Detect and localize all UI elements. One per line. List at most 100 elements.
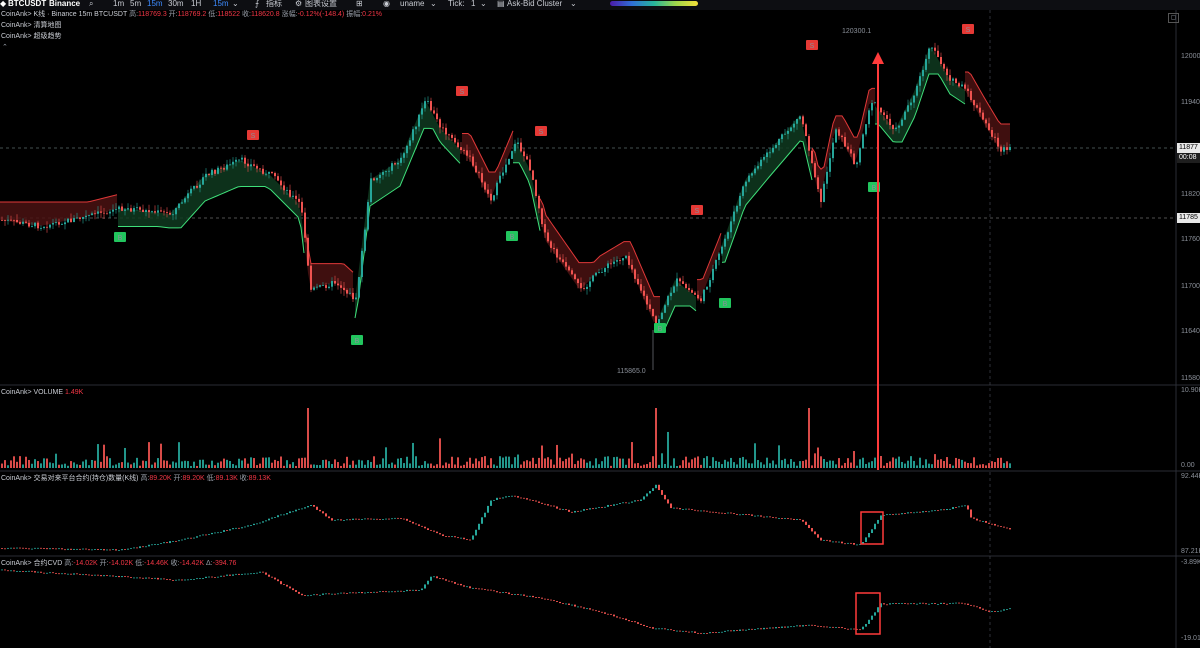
volume-bar [172, 461, 174, 468]
candle-body [589, 281, 591, 287]
cvd-bar [574, 604, 576, 607]
oi-bar [787, 518, 789, 519]
oi-bar [130, 547, 132, 549]
volume-bar [898, 456, 900, 468]
candle-body [523, 151, 525, 157]
oi-bar [253, 523, 255, 526]
oi-bar [133, 547, 135, 549]
volume-bar [553, 464, 555, 468]
candle-body [289, 189, 291, 197]
cvd-bar [601, 611, 603, 613]
cvd-bar [190, 579, 192, 580]
cvd-bar [583, 607, 585, 609]
volume-bar [649, 462, 651, 468]
cvd-bar [592, 609, 594, 611]
oi-bar [127, 548, 129, 550]
heatmap-color-slider[interactable] [610, 1, 698, 6]
user-label[interactable]: uname [400, 0, 424, 8]
interval-5m[interactable]: 5m [130, 0, 141, 8]
search-icon[interactable]: ⌕ [89, 0, 93, 8]
cvd-bar [496, 591, 498, 593]
volume-bar [397, 458, 399, 468]
candle-body [325, 285, 327, 288]
candle-body [856, 162, 858, 165]
oi-bar [895, 513, 897, 515]
volume-bar [25, 456, 27, 468]
oi-bar [187, 537, 189, 539]
oi-bar [226, 530, 228, 531]
oi-bar [622, 502, 624, 504]
volume-bar [490, 458, 492, 468]
eye-icon[interactable]: ◉ [383, 0, 390, 8]
cvd-bar [607, 613, 609, 615]
cvd-bar [505, 592, 507, 593]
oi-bar [739, 514, 741, 516]
chart-settings-button[interactable]: 图表设置 [305, 0, 337, 8]
candle-body [364, 229, 366, 251]
current-price-tag: 11877 [1177, 143, 1200, 153]
oi-bar [7, 547, 9, 549]
volume-bar [604, 456, 606, 468]
volume-bar [76, 464, 78, 468]
volume-bar [259, 463, 261, 468]
layout-icon[interactable]: ⊞ [356, 0, 363, 8]
tick-value[interactable]: 1 [471, 0, 475, 8]
cluster-dropdown[interactable]: Ask-Bid Cluster [507, 0, 562, 8]
chart-canvas[interactable]: BBBBBBSSSSSS120300.1115865.0120001194011… [0, 0, 1200, 648]
active-interval[interactable]: 15m [213, 0, 229, 8]
cvd-bar [904, 603, 906, 604]
cvd-bar [442, 578, 444, 580]
candle-body [310, 265, 312, 290]
interval-15m[interactable]: 15m [147, 0, 163, 8]
interval-1h[interactable]: 1H [191, 0, 201, 8]
chevron-down-icon[interactable]: ⌄ [480, 0, 487, 8]
chevron-down-icon[interactable]: ⌄ [232, 0, 239, 8]
exchange-label[interactable]: Binance [49, 0, 80, 8]
oi-bar [520, 497, 522, 499]
indicators-button[interactable]: 指标 [266, 0, 282, 8]
candle-body [667, 296, 669, 306]
oi-bar [997, 525, 999, 527]
oi-bar [301, 508, 303, 510]
candle-body [751, 173, 753, 176]
candle-body [826, 171, 828, 184]
cvd-bar [682, 630, 684, 632]
cvd-legend: CoinAnk> 合约CVD 高:-14.02K 开:-14.02K 低:-14… [1, 560, 237, 567]
chevron-down-icon[interactable]: ⌄ [430, 0, 437, 8]
symbol-label[interactable]: BTCUSDT [8, 0, 46, 8]
oi-bar [865, 537, 867, 542]
volume-bar [622, 458, 624, 468]
collapse-legend-icon[interactable]: ⌃ [2, 43, 8, 51]
volume-bar [523, 461, 525, 468]
indicators-icon[interactable]: ⨍ [255, 0, 259, 8]
volume-bar [286, 460, 288, 468]
candle-body [496, 182, 498, 196]
interval-30m[interactable]: 30m [168, 0, 184, 8]
supertrend-legend[interactable]: CoinAnk> 超级趋势 [1, 33, 62, 41]
cvd-bar [61, 573, 63, 575]
candle-body [718, 253, 720, 260]
chevron-down-icon[interactable]: ⌄ [570, 0, 577, 8]
candle-body [769, 152, 771, 154]
candle-body [823, 183, 825, 202]
candle-body [427, 101, 429, 102]
screenshot-icon[interactable]: ▢ [1168, 13, 1179, 23]
candle-body [64, 222, 66, 225]
interval-1m[interactable]: 1m [113, 0, 124, 8]
volume-bar [829, 460, 831, 468]
liquidation-map-legend[interactable]: CoinAnk> 清算地图 [1, 22, 62, 30]
price-axis-label: 11700 [1181, 283, 1200, 290]
oi-bar [688, 508, 690, 510]
candle-body [460, 147, 462, 151]
candle-body [457, 142, 459, 148]
settings-icon[interactable]: ⚙ [295, 0, 302, 8]
volume-bar [766, 457, 768, 468]
cvd-bar [781, 626, 783, 628]
cvd-bar [436, 576, 438, 579]
oi-bar [991, 523, 993, 525]
legend-change: -0.12%(-148.4) [297, 11, 345, 18]
cvd-bar [766, 627, 768, 629]
tick-label: Tick: [448, 0, 465, 8]
candle-body [400, 157, 402, 163]
cvd-bar [202, 578, 204, 579]
